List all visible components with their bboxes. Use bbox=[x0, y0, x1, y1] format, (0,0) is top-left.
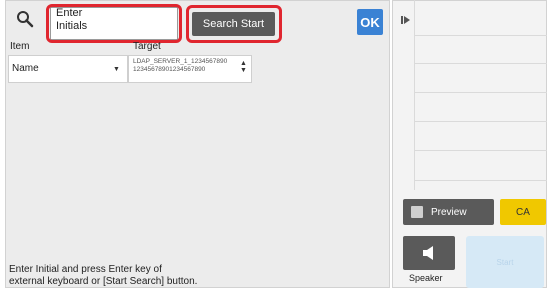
ca-button[interactable]: CA bbox=[500, 199, 546, 225]
item-column-header: Item bbox=[10, 41, 30, 52]
spinner-arrow-icon: ▲ ▼ bbox=[240, 60, 247, 74]
preview-button-label: Preview bbox=[431, 206, 467, 218]
search-start-highlight-frame bbox=[186, 5, 282, 43]
ca-button-label: CA bbox=[516, 206, 530, 218]
right-panel-divider bbox=[414, 150, 547, 151]
preview-button[interactable]: Preview bbox=[403, 199, 494, 225]
ok-button[interactable]: OK bbox=[357, 9, 383, 35]
speaker-button[interactable] bbox=[403, 236, 455, 270]
speaker-icon bbox=[423, 246, 433, 260]
target-select-line-2: 12345678901234567890 bbox=[133, 66, 206, 73]
ok-button-label: OK bbox=[360, 14, 380, 30]
right-panel-divider bbox=[414, 180, 547, 181]
target-select-line-1: LDAP_SERVER_1_1234567890 bbox=[133, 58, 228, 65]
right-panel-divider bbox=[414, 35, 547, 36]
right-panel-divider-vertical bbox=[414, 0, 415, 190]
right-panel-divider bbox=[414, 63, 547, 64]
initials-highlight-frame bbox=[46, 4, 182, 43]
start-button-label: Start bbox=[496, 257, 514, 267]
address-search-panel bbox=[5, 0, 390, 288]
start-button[interactable]: Start bbox=[466, 236, 544, 288]
bottom-margin bbox=[0, 288, 547, 295]
search-icon bbox=[17, 11, 34, 28]
speaker-label: Speaker bbox=[409, 273, 443, 283]
target-column-header: Target bbox=[133, 41, 161, 52]
play-icon[interactable] bbox=[401, 15, 411, 25]
instruction-message: Enter Initial and press Enter key of ext… bbox=[9, 264, 198, 287]
dropdown-arrow-icon: ▼ bbox=[113, 66, 120, 73]
right-panel-divider bbox=[414, 92, 547, 93]
preview-icon bbox=[411, 206, 423, 218]
right-panel-divider bbox=[414, 121, 547, 122]
item-select-value: Name bbox=[12, 63, 39, 74]
